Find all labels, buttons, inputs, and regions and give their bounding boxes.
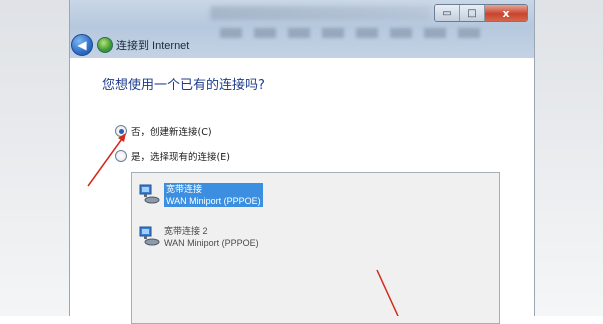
annotation-arrows bbox=[87, 133, 399, 316]
annotation-arrowhead-left bbox=[118, 133, 126, 142]
annotation-arrow-left bbox=[87, 135, 125, 187]
annotation-arrow-right bbox=[376, 269, 399, 316]
